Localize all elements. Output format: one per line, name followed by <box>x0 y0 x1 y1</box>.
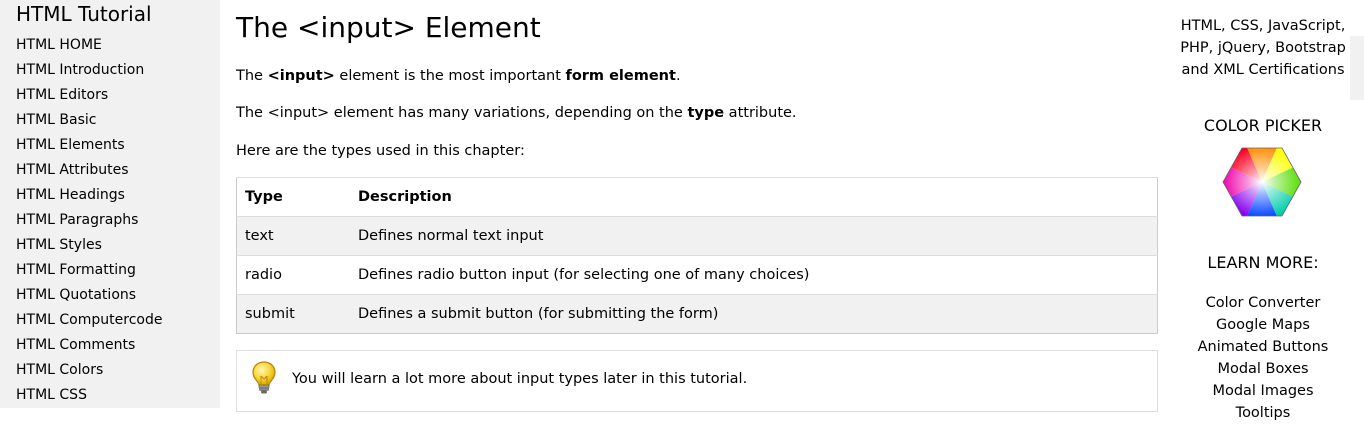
sidebar-title: HTML Tutorial <box>16 2 152 26</box>
table-row: submit Defines a submit button (for subm… <box>236 294 1158 334</box>
intro-text-1: The <box>236 68 268 84</box>
learn-link-tooltips[interactable]: Tooltips <box>1168 402 1358 424</box>
tip-note: You will learn a lot more about input ty… <box>236 350 1158 412</box>
table-cell-type: radio <box>236 255 350 295</box>
intro-bold-input: <input> <box>267 68 335 84</box>
learn-link-modal-images[interactable]: Modal Images <box>1168 380 1358 402</box>
sidebar-item-html-paragraphs[interactable]: HTML Paragraphs <box>0 208 220 233</box>
learn-link-color-converter[interactable]: Color Converter <box>1168 292 1358 314</box>
learn-link-modal-boxes[interactable]: Modal Boxes <box>1168 358 1358 380</box>
sidebar-item-html-headings[interactable]: HTML Headings <box>0 183 220 208</box>
page-title: The <input> Element <box>236 11 541 44</box>
table-row: text Defines normal text input <box>236 216 1158 256</box>
sidebar-item-html-home[interactable]: HTML HOME <box>0 33 220 58</box>
sidebar-item-html-attributes[interactable]: HTML Attributes <box>0 158 220 183</box>
table-cell-type: text <box>236 216 350 256</box>
table-header-row: Type Description <box>236 177 1158 217</box>
learn-more-title: LEARN MORE: <box>1207 253 1319 272</box>
main-content: The <input> Element The <input> element … <box>236 0 1158 412</box>
table-cell-description: Defines a submit button (for submitting … <box>350 294 1158 334</box>
variations-text-1: The <input> element has many variations,… <box>236 105 688 121</box>
sidebar-item-html-editors[interactable]: HTML Editors <box>0 83 220 108</box>
sidebar-item-html-introduction[interactable]: HTML Introduction <box>0 58 220 83</box>
sidebar-item-html-formatting[interactable]: HTML Formatting <box>0 258 220 283</box>
intro-bold-form-element: form element <box>565 68 676 84</box>
input-types-table: Type Description text Defines normal tex… <box>236 177 1158 334</box>
types-intro-paragraph: Here are the types used in this chapter: <box>236 143 525 159</box>
table-cell-description: Defines radio button input (for selectin… <box>350 255 1158 295</box>
intro-text-2: element is the most important <box>334 68 566 84</box>
sidebar-item-html-css[interactable]: HTML CSS <box>0 383 220 408</box>
intro-paragraph: The <input> element is the most importan… <box>236 66 681 86</box>
sidebar-item-html-basic[interactable]: HTML Basic <box>0 108 220 133</box>
table-header-description: Description <box>350 177 1158 217</box>
table-header-type: Type <box>236 177 350 217</box>
intro-text-3: . <box>675 68 681 84</box>
sidebar-item-html-colors[interactable]: HTML Colors <box>0 358 220 383</box>
cert-line: HTML, CSS, JavaScript, <box>1180 18 1346 34</box>
lightbulb-icon <box>252 361 276 394</box>
sidebar-item-html-elements[interactable]: HTML Elements <box>0 133 220 158</box>
certifications-link[interactable]: HTML, CSS, JavaScript, PHP, jQuery, Boot… <box>1168 15 1358 81</box>
learn-more-list: Color Converter Google Maps Animated But… <box>1168 292 1358 424</box>
table-cell-type: submit <box>236 294 350 334</box>
sidebar-item-html-comments[interactable]: HTML Comments <box>0 333 220 358</box>
right-sidebar: HTML, CSS, JavaScript, PHP, jQuery, Boot… <box>1168 0 1364 421</box>
sidebar-item-html-quotations[interactable]: HTML Quotations <box>0 283 220 308</box>
sidebar: HTML Tutorial HTML HOME HTML Introductio… <box>0 0 220 408</box>
sidebar-item-html-computercode[interactable]: HTML Computercode <box>0 308 220 333</box>
learn-link-google-maps[interactable]: Google Maps <box>1168 314 1358 336</box>
variations-paragraph: The <input> element has many variations,… <box>236 103 797 123</box>
color-wheel-icon[interactable] <box>1222 146 1302 218</box>
table-row: radio Defines radio button input (for se… <box>236 255 1158 295</box>
sidebar-nav: HTML HOME HTML Introduction HTML Editors… <box>0 33 220 408</box>
variations-text-2: attribute. <box>724 105 797 121</box>
tip-note-text: You will learn a lot more about input ty… <box>292 371 748 387</box>
sidebar-item-html-styles[interactable]: HTML Styles <box>0 233 220 258</box>
scrollbar[interactable] <box>1350 36 1364 100</box>
learn-link-animated-buttons[interactable]: Animated Buttons <box>1168 336 1358 358</box>
table-cell-description: Defines normal text input <box>350 216 1158 256</box>
variations-bold-type: type <box>687 105 725 121</box>
color-picker-title: COLOR PICKER <box>1203 116 1323 135</box>
cert-line: and XML Certifications <box>1181 62 1345 78</box>
cert-line: PHP, jQuery, Bootstrap <box>1180 40 1346 56</box>
